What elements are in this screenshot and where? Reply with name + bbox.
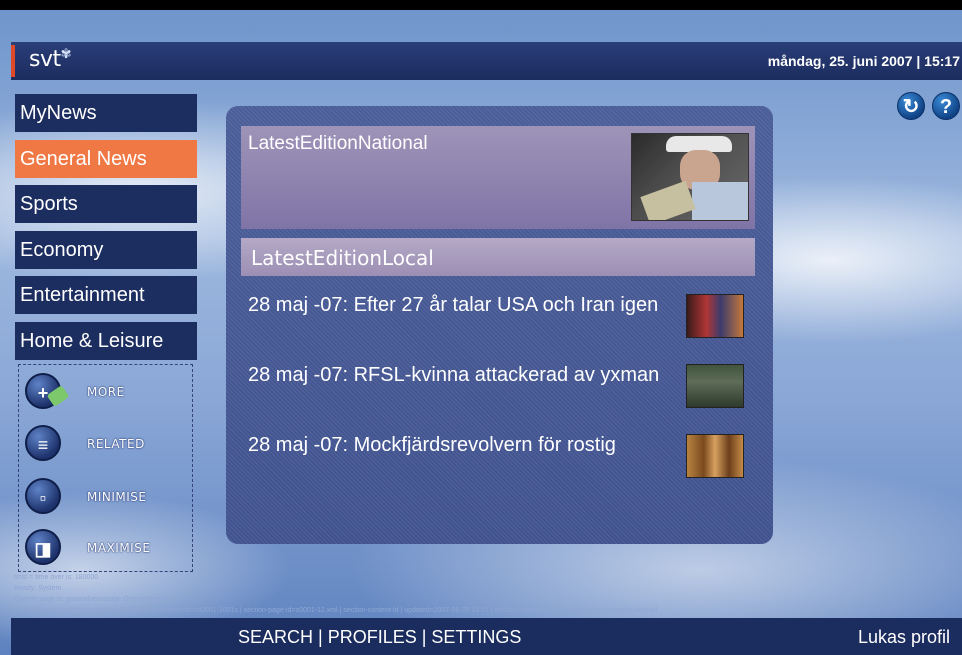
svt-logo[interactable]: svt✾ xyxy=(29,47,72,72)
minimise-icon: ▫ xyxy=(25,478,61,514)
news-headline[interactable]: 28 maj -07: Mockfjärdsrevolvern för rost… xyxy=(248,432,668,459)
minimise-button[interactable]: ▫ MINIMISE xyxy=(25,478,190,522)
separator: | xyxy=(416,627,432,647)
document-icon: ≡ xyxy=(25,425,61,461)
news-item[interactable]: 28 maj -07: Mockfjärdsrevolvern för rost… xyxy=(248,432,748,492)
news-panel: LatestEditionNational LatestEditionLocal… xyxy=(226,106,773,544)
bottom-bar: SEARCH | PROFILES | SETTINGS Lukas profi… xyxy=(11,618,962,655)
more-button[interactable]: + MORE xyxy=(25,373,190,417)
maximise-label: MAXIMISE xyxy=(87,541,151,555)
profile-link[interactable]: Lukas profil xyxy=(858,627,950,648)
search-link[interactable]: SEARCH xyxy=(238,627,313,647)
latest-edition-national[interactable]: LatestEditionNational xyxy=(241,126,755,229)
latest-edition-local-header[interactable]: LatestEditionLocal xyxy=(241,238,755,276)
maximise-button[interactable]: ◨ MAXIMISE xyxy=(25,529,190,573)
news-thumbnail[interactable] xyxy=(686,364,744,408)
separator: | xyxy=(313,627,328,647)
local-title: LatestEditionLocal xyxy=(251,246,434,270)
logo-mark-icon: ✾ xyxy=(60,47,72,62)
news-item[interactable]: 28 maj -07: RFSL-kvinna attackerad av yx… xyxy=(248,362,748,422)
national-thumbnail[interactable] xyxy=(631,133,749,221)
national-title: LatestEditionNational xyxy=(248,133,428,154)
related-label: RELATED xyxy=(87,437,145,451)
refresh-icon[interactable]: ↻ xyxy=(897,92,925,120)
debug-line: Ready: System xyxy=(14,585,62,592)
debug-line: tmst = time over is: 180000 xyxy=(14,574,99,581)
plus-icon: + xyxy=(25,373,70,409)
sidebar-nav: MyNews General News Sports Economy Enter… xyxy=(15,94,197,367)
minimise-label: MINIMISE xyxy=(87,490,147,504)
news-headline[interactable]: 28 maj -07: RFSL-kvinna attackerad av yx… xyxy=(248,362,668,389)
brand-accent-bar xyxy=(11,45,15,77)
tool-box: + MORE ≡ RELATED ▫ MINIMISE ◨ MAXIMISE xyxy=(18,364,193,572)
nav-item-general-news[interactable]: General News xyxy=(15,139,197,178)
nav-item-home-leisure[interactable]: Home & Leisure xyxy=(15,321,197,360)
debug-info: tmst = time over is: 180000 Ready: Syste… xyxy=(14,572,834,616)
logo-text: svt xyxy=(29,47,61,72)
debug-line: Current content: section.page.story1-tit… xyxy=(14,607,658,614)
more-label: MORE xyxy=(87,385,125,399)
nav-item-sports[interactable]: Sports xyxy=(15,185,197,223)
debug-line: Current page is: generalnewspage.General… xyxy=(14,596,166,603)
top-bar: svt✾ måndag, 25. juni 2007 | 15:17 xyxy=(11,42,962,80)
date-time: måndag, 25. juni 2007 | 15:17 xyxy=(767,53,960,69)
news-item[interactable]: 28 maj -07: Efter 27 år talar USA och Ir… xyxy=(248,292,748,352)
related-button[interactable]: ≡ RELATED xyxy=(25,425,190,469)
news-thumbnail[interactable] xyxy=(686,434,744,478)
help-icon[interactable]: ? xyxy=(932,92,960,120)
settings-link[interactable]: SETTINGS xyxy=(431,627,521,647)
maximise-icon: ◨ xyxy=(25,529,61,565)
news-headline[interactable]: 28 maj -07: Efter 27 år talar USA och Ir… xyxy=(248,292,668,319)
nav-item-mynews[interactable]: MyNews xyxy=(15,94,197,132)
profiles-link[interactable]: PROFILES xyxy=(328,627,417,647)
footer-links: SEARCH | PROFILES | SETTINGS xyxy=(238,627,521,648)
nav-item-economy[interactable]: Economy xyxy=(15,230,197,269)
news-thumbnail[interactable] xyxy=(686,294,744,338)
nav-item-entertainment[interactable]: Entertainment xyxy=(15,276,197,314)
